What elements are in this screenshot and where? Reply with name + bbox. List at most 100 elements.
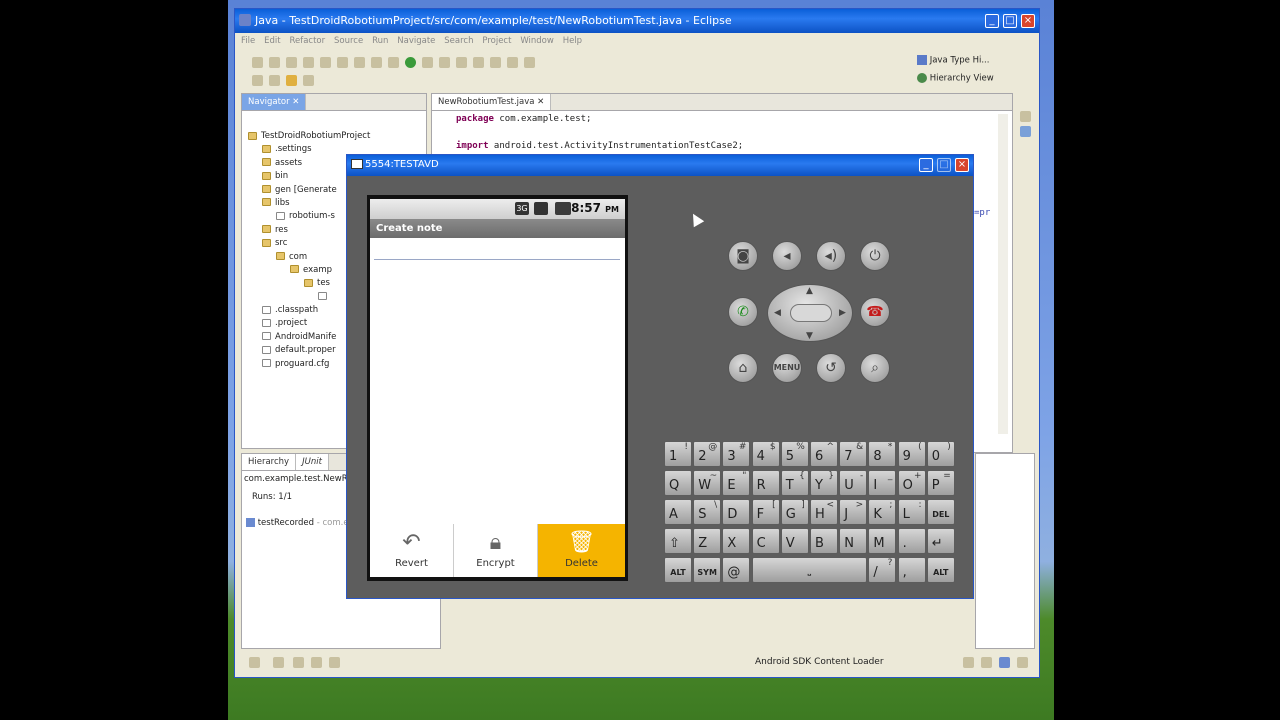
- key-row2-7[interactable]: I _: [868, 470, 897, 496]
- key-row1-8[interactable]: 9(: [897, 441, 926, 467]
- dpad-up-icon[interactable]: ▲: [806, 286, 813, 296]
- search-icon[interactable]: [456, 57, 467, 68]
- editor-scrollbar[interactable]: [998, 114, 1008, 434]
- toggle-mark-icon[interactable]: [252, 75, 263, 86]
- dpad-right-icon[interactable]: ▶: [839, 308, 846, 318]
- menu-refactor[interactable]: Refactor: [289, 33, 325, 49]
- key-row3-4[interactable]: G]: [780, 499, 809, 525]
- junit-test-item[interactable]: testRecorded - com.ex: [246, 518, 353, 528]
- task-list-icon[interactable]: [1020, 126, 1031, 137]
- back-button[interactable]: ↺: [816, 353, 846, 383]
- key-row4-2[interactable]: C: [751, 528, 780, 554]
- key-row1-7[interactable]: 8 *: [868, 441, 897, 467]
- key-row1-9[interactable]: 0): [926, 441, 955, 467]
- key-row2-1[interactable]: W ~: [693, 470, 722, 496]
- note-edit-area[interactable]: [370, 238, 625, 524]
- emulator-minimize-icon[interactable]: _: [919, 158, 933, 172]
- camera-button[interactable]: ◙: [728, 241, 758, 271]
- new-icon[interactable]: [252, 57, 263, 68]
- menu-project[interactable]: Project: [482, 33, 511, 49]
- key-row4-0[interactable]: Z: [693, 528, 722, 554]
- key-row4-4[interactable]: B: [810, 528, 838, 554]
- menu-source[interactable]: Source: [334, 33, 363, 49]
- menu-edit[interactable]: Edit: [264, 33, 280, 49]
- status-icon-4[interactable]: [1017, 657, 1028, 668]
- code-line-import[interactable]: import android.test.ActivityInstrumentat…: [456, 141, 743, 151]
- key-row4-6[interactable]: M: [868, 528, 897, 554]
- new-class-icon[interactable]: [371, 57, 382, 68]
- space-key[interactable]: ⎵: [751, 557, 868, 583]
- maximize-icon[interactable]: □: [1003, 14, 1017, 28]
- new-java-project-icon[interactable]: [337, 57, 348, 68]
- dpad[interactable]: ▲ ▼ ◀ ▶: [767, 284, 853, 342]
- key-row3-2[interactable]: D: [722, 499, 751, 525]
- search-button[interactable]: ⌕: [860, 353, 890, 383]
- android-sdk-icon[interactable]: [320, 57, 331, 68]
- tab-newrobotiumtest[interactable]: NewRobotiumTest.java ✕: [432, 94, 552, 110]
- key-row4-3[interactable]: V: [780, 528, 809, 554]
- pin-icon[interactable]: [273, 657, 284, 668]
- key-row2-3[interactable]: R: [751, 470, 780, 496]
- save-icon[interactable]: [269, 57, 280, 68]
- tab-navigator[interactable]: Navigator ✕: [242, 94, 307, 110]
- menu-button[interactable]: MENU: [772, 353, 802, 383]
- progress-icon[interactable]: [329, 657, 340, 668]
- menu-file[interactable]: File: [241, 33, 255, 49]
- power-button[interactable]: ⏻: [860, 241, 890, 271]
- outline-icon[interactable]: [1020, 111, 1031, 122]
- key-row2-6[interactable]: U-: [839, 470, 868, 496]
- print-icon[interactable]: [303, 57, 314, 68]
- volume-up-button[interactable]: ◂): [816, 241, 846, 271]
- menu-window[interactable]: Window: [520, 33, 554, 49]
- new-package-icon[interactable]: [354, 57, 365, 68]
- at-key[interactable]: @: [722, 557, 751, 583]
- key-row2-2[interactable]: E ": [722, 470, 751, 496]
- minimize-icon[interactable]: _: [985, 14, 999, 28]
- key-row1-4[interactable]: 5%: [780, 441, 809, 467]
- sym-key[interactable]: SYM: [693, 557, 722, 583]
- key-row1-2[interactable]: 3 #: [722, 441, 751, 467]
- key-row2-9[interactable]: P =: [926, 470, 955, 496]
- delete-button[interactable]: 🗑︎ Delete: [538, 524, 625, 577]
- alt-right-key[interactable]: ALT: [926, 557, 955, 583]
- encrypt-button[interactable]: 🔒︎ Encrypt: [454, 524, 538, 577]
- nav-back-icon[interactable]: [286, 75, 297, 86]
- tab-junit[interactable]: JUnit: [296, 454, 329, 470]
- perspective-java-type-hierarchy[interactable]: Java Type Hi...: [917, 55, 989, 66]
- key-row3-1[interactable]: S \: [693, 499, 722, 525]
- annotation-next-icon[interactable]: [473, 57, 484, 68]
- status-icon-3[interactable]: [999, 657, 1010, 668]
- menu-search[interactable]: Search: [444, 33, 473, 49]
- key-row2-8[interactable]: O +: [897, 470, 926, 496]
- forward-icon[interactable]: [524, 57, 535, 68]
- console-icon[interactable]: [293, 657, 304, 668]
- annotation-prev-icon[interactable]: [490, 57, 501, 68]
- key-row3-5[interactable]: H <: [810, 499, 838, 525]
- emulator-title-bar[interactable]: 5554:TESTAVD _ □ ×: [347, 155, 973, 176]
- key-row3-3[interactable]: F[: [751, 499, 780, 525]
- back-icon[interactable]: [507, 57, 518, 68]
- fast-view-icon[interactable]: [249, 657, 260, 668]
- key-row1-5[interactable]: 6 ^: [810, 441, 838, 467]
- shift-key[interactable]: ⇧: [664, 528, 692, 554]
- menu-run[interactable]: Run: [372, 33, 388, 49]
- volume-down-button[interactable]: ◂: [772, 241, 802, 271]
- dpad-center-button[interactable]: [790, 304, 832, 322]
- key-row1-1[interactable]: 2 @: [693, 441, 722, 467]
- external-tools-icon[interactable]: [422, 57, 433, 68]
- home-button[interactable]: ⌂: [728, 353, 758, 383]
- key-row4-1[interactable]: X: [722, 528, 751, 554]
- alt-left-key[interactable]: ALT: [664, 557, 692, 583]
- perspective-hierarchy-view[interactable]: Hierarchy View: [917, 73, 994, 84]
- last-edit-icon[interactable]: [269, 75, 280, 86]
- key-row3-7[interactable]: K;: [868, 499, 897, 525]
- debug-icon[interactable]: [388, 57, 399, 68]
- menu-navigate[interactable]: Navigate: [397, 33, 435, 49]
- tab-hierarchy[interactable]: Hierarchy: [242, 454, 297, 470]
- key-row1-0[interactable]: 1!: [664, 441, 692, 467]
- status-icon-2[interactable]: [981, 657, 992, 668]
- dpad-left-icon[interactable]: ◀: [774, 308, 781, 318]
- key-row1-6[interactable]: 7 &: [839, 441, 868, 467]
- problems-icon[interactable]: [311, 657, 322, 668]
- save-all-icon[interactable]: [286, 57, 297, 68]
